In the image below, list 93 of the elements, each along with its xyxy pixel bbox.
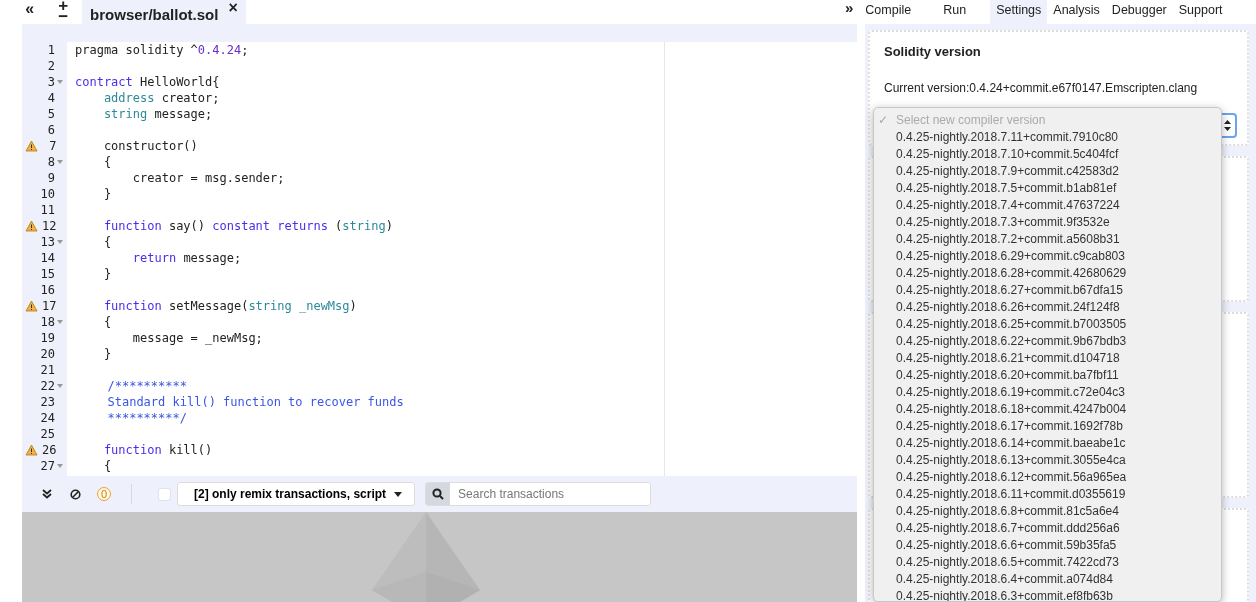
line-number: 11: [39, 202, 55, 219]
line-number: 20: [39, 346, 55, 363]
line-number: 4: [46, 90, 55, 107]
menu-option[interactable]: 0.4.25-nightly.2018.6.26+commit.24f124f8: [874, 298, 1221, 315]
line-number: 26: [41, 442, 57, 459]
menu-option[interactable]: 0.4.25-nightly.2018.6.14+commit.baeabe1c: [874, 434, 1221, 451]
menu-option[interactable]: 0.4.25-nightly.2018.7.11+commit.7910c80: [874, 128, 1221, 145]
panel-tab[interactable]: Support: [1172, 0, 1229, 24]
menu-option[interactable]: 0.4.25-nightly.2018.6.21+commit.d104718: [874, 349, 1221, 366]
line-number: 25: [39, 426, 55, 443]
line-number: 9: [46, 170, 55, 187]
code-line: function kill(): [103, 442, 213, 459]
menu-option[interactable]: 0.4.25-nightly.2018.6.13+commit.3055e4ca: [874, 451, 1221, 468]
line-number: 2: [46, 58, 55, 75]
menu-option[interactable]: 0.4.25-nightly.2018.6.6+commit.59b35fa5: [874, 536, 1221, 553]
menu-option[interactable]: 0.4.25-nightly.2018.7.5+commit.b1ab81ef: [874, 179, 1221, 196]
menu-option[interactable]: 0.4.25-nightly.2018.6.11+commit.d0355619: [874, 485, 1221, 502]
code-line: pragma solidity ^0.4.24;: [75, 42, 249, 59]
line-number: 7: [48, 138, 57, 155]
code-line: function say() constant returns (string): [103, 218, 393, 235]
code-line: {: [103, 458, 112, 475]
code-line: }: [103, 186, 112, 203]
panel-tab[interactable]: Analysis: [1047, 0, 1106, 24]
add-file-button[interactable]: +: [58, 0, 69, 11]
filter-dropdown[interactable]: [2] only remix transactions, script: [177, 482, 416, 506]
search-field[interactable]: Search transactions: [425, 482, 652, 506]
expand-panel-button[interactable]: »: [845, 0, 854, 15]
code-line: {: [103, 314, 112, 331]
menu-option[interactable]: 0.4.25-nightly.2018.7.4+commit.47637224: [874, 196, 1221, 213]
menu-option[interactable]: 0.4.25-nightly.2018.6.18+commit.4247b004: [874, 400, 1221, 417]
collapse-button[interactable]: «: [25, 1, 35, 17]
code-line: string message;: [103, 106, 213, 123]
panel-tab[interactable]: Settings: [990, 0, 1048, 24]
code-line: constructor(): [103, 138, 198, 155]
menu-option[interactable]: 0.4.25-nightly.2018.7.3+commit.9f3532e: [874, 213, 1221, 230]
code-line: function setMessage(string _newMsg): [103, 298, 357, 315]
menu-option[interactable]: 0.4.25-nightly.2018.6.12+commit.56a965ea: [874, 468, 1221, 485]
line-number: 15: [39, 266, 55, 283]
code-line: address creator;: [103, 90, 220, 107]
line-number: 14: [39, 250, 55, 267]
code-line: }: [103, 346, 112, 363]
panel-tab[interactable]: Compile: [859, 0, 918, 24]
menu-option[interactable]: 0.4.25-nightly.2018.6.22+commit.9b67bdb3: [874, 332, 1221, 349]
code-line: {: [103, 154, 112, 171]
menu-option[interactable]: 0.4.25-nightly.2018.6.25+commit.b7003505: [874, 315, 1221, 332]
close-button[interactable]: ×: [228, 0, 238, 16]
code-line: /**********: [107, 378, 187, 395]
code-line: creator = msg.sender;: [132, 170, 285, 187]
code-line: Standard kill() function to recover funds: [107, 394, 404, 411]
menu-option[interactable]: 0.4.25-nightly.2018.6.8+commit.81c5a6e4: [874, 502, 1221, 519]
menu-option[interactable]: 0.4.25-nightly.2018.6.29+commit.c9cab803: [874, 247, 1221, 264]
code-line: return message;: [132, 250, 242, 267]
menu-option[interactable]: 0.4.25-nightly.2018.7.2+commit.a5608b31: [874, 230, 1221, 247]
menu-option[interactable]: 0.4.25-nightly.2018.6.17+commit.1692f78b: [874, 417, 1221, 434]
pending-count: 0: [97, 487, 111, 501]
menu-option[interactable]: 0.4.25-nightly.2018.6.7+commit.ddd256a6: [874, 519, 1221, 536]
line-number: 19: [39, 330, 55, 347]
file-tab[interactable]: browser/ballot.sol ×: [82, 0, 246, 24]
menu-option[interactable]: 0.4.25-nightly.2018.6.4+commit.a074d84: [874, 570, 1221, 587]
code-line: message = _newMsg;: [132, 330, 263, 347]
panel-tab[interactable]: Debugger: [1105, 0, 1173, 24]
version-text: Current version:0.4.24+commit.e67f0147.Emscripten.clang: [884, 79, 1199, 97]
remove-file-button[interactable]: −: [58, 11, 69, 22]
line-number: 21: [39, 362, 55, 379]
line-number: 12: [41, 218, 57, 235]
menu-option[interactable]: 0.4.25-nightly.2018.6.20+commit.ba7fbf11: [874, 366, 1221, 383]
line-number: 22: [39, 378, 55, 395]
line-number: 23: [39, 394, 55, 411]
code-line: }: [103, 266, 112, 283]
line-number: 16: [39, 282, 55, 299]
menu-option[interactable]: 0.4.25-nightly.2018.6.19+commit.c72e04c3: [874, 383, 1221, 400]
code-line: {: [103, 234, 112, 251]
menu-option[interactable]: 0.4.25-nightly.2018.6.28+commit.42680629: [874, 264, 1221, 281]
code-line: **********/: [107, 410, 187, 427]
menu-option[interactable]: 0.4.25-nightly.2018.7.10+commit.5c404fcf: [874, 145, 1221, 162]
line-number: 13: [39, 234, 55, 251]
tab-label: browser/ballot.sol: [90, 5, 219, 25]
line-number: 8: [46, 154, 55, 171]
line-number: 3: [46, 74, 55, 91]
menu-option[interactable]: 0.4.25-nightly.2018.6.27+commit.b67dfa15: [874, 281, 1221, 298]
line-number: 5: [46, 106, 55, 123]
panel-tab[interactable]: Run: [937, 0, 973, 24]
code-line: contract HelloWorld{: [75, 74, 220, 91]
line-number: 1: [46, 42, 55, 59]
section-title: Solidity version: [884, 43, 982, 61]
menu-option[interactable]: 0.4.25-nightly.2018.7.9+commit.c42583d2: [874, 162, 1221, 179]
menu-option[interactable]: 0.4.25-nightly.2018.6.5+commit.7422cd73: [874, 553, 1221, 570]
line-number: 18: [39, 314, 55, 331]
line-number: 6: [46, 122, 55, 139]
line-number: 10: [39, 186, 55, 203]
line-number: 24: [39, 410, 55, 427]
line-number: 17: [41, 298, 57, 315]
line-number: 27: [39, 458, 55, 475]
